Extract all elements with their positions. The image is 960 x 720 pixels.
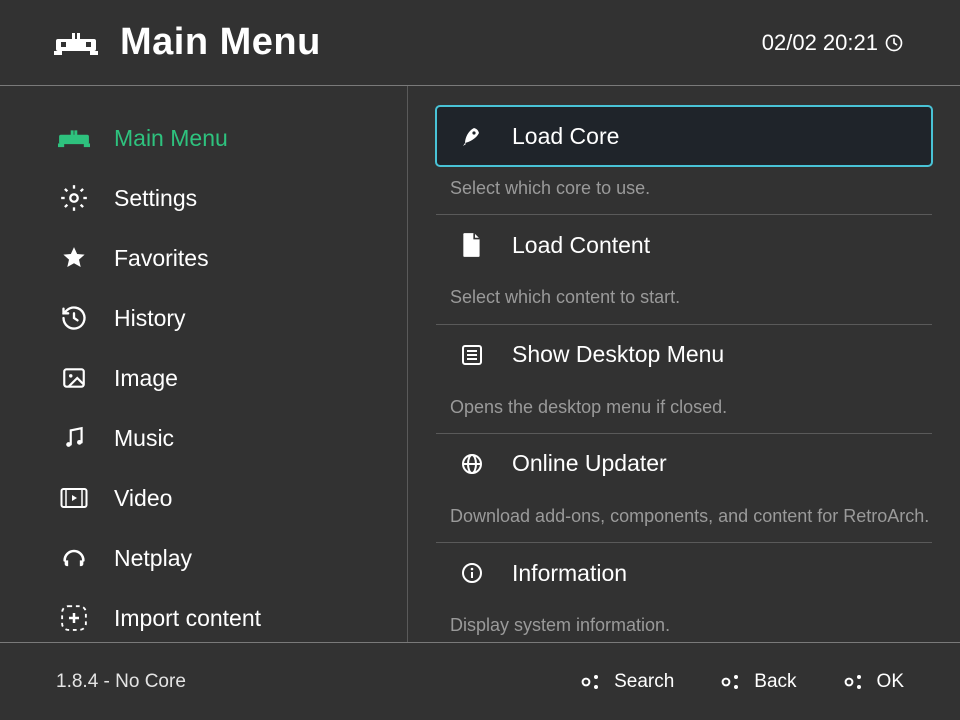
gamepad-dots-icon — [578, 669, 604, 695]
menu-item-desc: Download add-ons, components, and conten… — [436, 494, 932, 528]
hint-label: Search — [614, 671, 674, 693]
history-icon — [58, 302, 90, 334]
sidebar-item-label: Favorites — [114, 245, 209, 272]
menu-item-information: Information Display system information. — [436, 543, 932, 642]
clock: 02/02 20:21 — [762, 30, 904, 56]
list-icon — [458, 341, 486, 369]
sidebar-item-label: Image — [114, 365, 178, 392]
sidebar-item-label: Video — [114, 485, 172, 512]
info-icon — [458, 559, 486, 587]
sidebar-item-import-content[interactable]: Import content — [0, 588, 407, 642]
hint-label: Back — [754, 671, 796, 693]
menu-item-desc: Select which content to start. — [436, 275, 932, 309]
sidebar-item-history[interactable]: History — [0, 288, 407, 348]
gamepad-dots-icon — [841, 669, 867, 695]
sidebar: Main Menu Settings Favorites History Ima — [0, 86, 408, 642]
sidebar-item-label: Main Menu — [114, 125, 228, 152]
menu-item-label: Load Core — [512, 123, 619, 150]
menu-item-label: Show Desktop Menu — [512, 341, 724, 368]
menu-item-load-content: Load Content Select which content to sta… — [436, 215, 932, 324]
content-panel: Load Core Select which core to use. Load… — [408, 86, 960, 642]
sidebar-item-music[interactable]: Music — [0, 408, 407, 468]
menu-row-information[interactable]: Information — [436, 543, 932, 603]
header-bar: Main Menu 02/02 20:21 — [0, 0, 960, 86]
image-icon — [58, 362, 90, 394]
hint-ok[interactable]: OK — [841, 669, 904, 695]
menu-row-show-desktop-menu[interactable]: Show Desktop Menu — [436, 325, 932, 385]
menu-item-label: Load Content — [512, 232, 650, 259]
menu-row-load-content[interactable]: Load Content — [436, 215, 932, 275]
hint-back[interactable]: Back — [718, 669, 796, 695]
video-icon — [58, 482, 90, 514]
menu-item-show-desktop-menu: Show Desktop Menu Opens the desktop menu… — [436, 325, 932, 434]
hint-search[interactable]: Search — [578, 669, 674, 695]
status-text: 1.8.4 - No Core — [56, 671, 186, 693]
sidebar-item-label: Netplay — [114, 545, 192, 572]
menu-row-online-updater[interactable]: Online Updater — [436, 434, 932, 494]
sidebar-item-label: Settings — [114, 185, 197, 212]
sidebar-item-main-menu[interactable]: Main Menu — [0, 108, 407, 168]
sidebar-item-image[interactable]: Image — [0, 348, 407, 408]
menu-row-load-core[interactable]: Load Core — [436, 106, 932, 166]
file-icon — [458, 231, 486, 259]
page-title: Main Menu — [120, 21, 321, 64]
sidebar-item-label: History — [114, 305, 186, 332]
sidebar-item-label: Music — [114, 425, 174, 452]
netplay-icon — [58, 542, 90, 574]
gear-icon — [58, 182, 90, 214]
menu-item-online-updater: Online Updater Download add-ons, compone… — [436, 434, 932, 543]
sidebar-item-settings[interactable]: Settings — [0, 168, 407, 228]
retroarch-icon — [58, 122, 90, 154]
sidebar-item-label: Import content — [114, 605, 261, 632]
sidebar-item-favorites[interactable]: Favorites — [0, 228, 407, 288]
rocket-icon — [458, 122, 486, 150]
clock-icon — [884, 33, 904, 53]
gamepad-dots-icon — [718, 669, 744, 695]
sidebar-item-video[interactable]: Video — [0, 468, 407, 528]
hint-label: OK — [877, 671, 904, 693]
menu-item-desc: Opens the desktop menu if closed. — [436, 385, 932, 419]
music-icon — [58, 422, 90, 454]
retroarch-icon — [54, 29, 98, 57]
app-logo — [54, 29, 110, 57]
footer-bar: 1.8.4 - No Core Search Back OK — [0, 642, 960, 720]
star-icon — [58, 242, 90, 274]
sidebar-item-netplay[interactable]: Netplay — [0, 528, 407, 588]
menu-item-desc: Display system information. — [436, 603, 932, 637]
menu-item-label: Online Updater — [512, 450, 667, 477]
menu-item-load-core: Load Core Select which core to use. — [436, 106, 932, 215]
globe-icon — [458, 450, 486, 478]
menu-item-desc: Select which core to use. — [436, 166, 932, 200]
menu-item-label: Information — [512, 560, 627, 587]
import-icon — [58, 602, 90, 634]
footer-hints: Search Back OK — [578, 669, 904, 695]
clock-text: 02/02 20:21 — [762, 30, 878, 56]
